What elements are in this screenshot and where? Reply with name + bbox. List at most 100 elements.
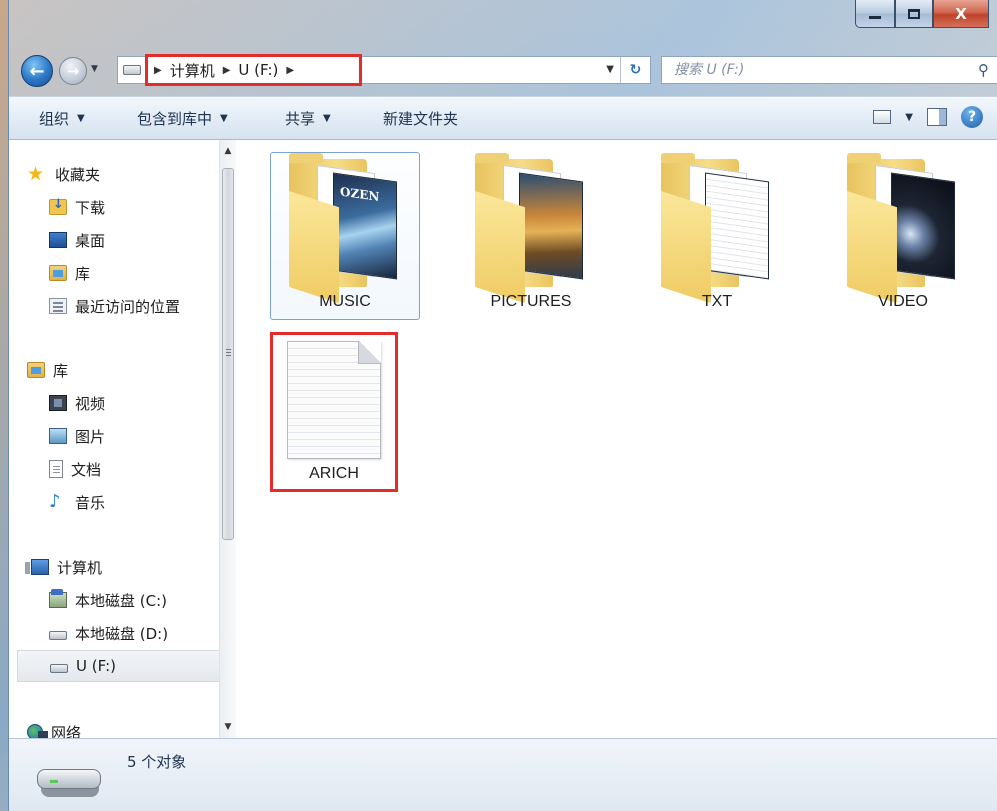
downloads-folder-icon: [49, 197, 67, 215]
breadcrumb-separator-icon[interactable]: ▶: [286, 65, 294, 76]
nav-favorites-library[interactable]: 库: [49, 257, 90, 289]
scrollbar-thumb[interactable]: [222, 168, 234, 540]
content-area: ★ 收藏夹 下载 桌面 库 最近访问的位置: [9, 140, 997, 742]
caption-buttons: X: [855, 0, 989, 28]
nav-label: 本地磁盘 (C:): [75, 591, 167, 610]
maximize-button[interactable]: [895, 0, 933, 28]
star-icon: ★: [27, 163, 45, 185]
nav-drive-d[interactable]: 本地磁盘 (D:): [49, 617, 168, 649]
nav-recent-places[interactable]: 最近访问的位置: [49, 290, 180, 322]
include-in-library-button[interactable]: 包含到库中 ▼: [137, 108, 228, 129]
chevron-down-icon: ▼: [220, 112, 228, 124]
library-icon: [49, 265, 67, 281]
recent-places-icon: [49, 298, 67, 314]
nav-drive-c[interactable]: 本地磁盘 (C:): [49, 584, 167, 616]
help-icon[interactable]: ?: [961, 106, 983, 128]
system-drive-icon: [49, 589, 67, 608]
nav-music[interactable]: ♪ 音乐: [49, 486, 105, 518]
include-library-label: 包含到库中: [137, 109, 213, 128]
breadcrumb-separator-icon[interactable]: ▶: [154, 65, 162, 76]
folder-tile-music[interactable]: MUSIC: [270, 152, 420, 320]
share-button[interactable]: 共享 ▼: [285, 108, 331, 129]
preview-pane-icon[interactable]: [927, 108, 947, 126]
file-name: ARICH: [309, 465, 359, 482]
item-count: 5 个对象: [127, 753, 187, 771]
nav-favorites[interactable]: ★ 收藏夹: [27, 158, 100, 190]
desktop-icon: [49, 232, 67, 248]
nav-documents[interactable]: 文档: [49, 453, 101, 485]
nav-label: U (F:): [76, 657, 116, 675]
chevron-down-icon: ▼: [77, 112, 85, 124]
search-box[interactable]: ⚲: [661, 56, 997, 84]
chevron-down-icon[interactable]: ▼: [905, 112, 913, 123]
text-document-icon: [287, 341, 381, 459]
nav-downloads[interactable]: 下载: [49, 191, 105, 223]
file-list: MUSIC PICTURES TXT: [237, 140, 997, 738]
nav-videos[interactable]: 视频: [49, 387, 105, 419]
folder-icon: [661, 153, 773, 304]
title-bar: X: [9, 0, 997, 48]
nav-drive-f[interactable]: U (F:): [17, 650, 221, 682]
new-folder-label: 新建文件夹: [383, 109, 459, 128]
nav-label: 文档: [71, 460, 102, 479]
music-note-icon: ♪: [49, 491, 61, 512]
library-icon: [27, 362, 45, 378]
folder-tile-pictures[interactable]: PICTURES: [456, 152, 606, 320]
close-button[interactable]: X: [933, 0, 989, 28]
breadcrumb-drive-f[interactable]: U (F:): [238, 61, 278, 79]
computer-icon: [25, 559, 49, 575]
file-name: VIDEO: [878, 293, 928, 310]
nav-label: 视频: [75, 394, 106, 413]
drive-icon: [123, 65, 141, 75]
address-bar[interactable]: ▶ 计算机 ▶ U (F:) ▶ ▼ ↻: [117, 54, 651, 86]
recent-pages-dropdown[interactable]: ▼: [91, 64, 98, 74]
grip-icon: [226, 349, 231, 350]
usb-drive-icon: [50, 663, 68, 673]
share-label: 共享: [285, 109, 316, 128]
file-name: MUSIC: [319, 293, 371, 310]
nav-label: 收藏夹: [55, 165, 101, 184]
chevron-down-icon: ▼: [323, 112, 331, 124]
breadcrumb: ▶ 计算机 ▶ U (F:) ▶: [145, 54, 362, 86]
nav-desktop[interactable]: 桌面: [49, 224, 105, 256]
explorer-window: X ← → ▼ ▶ 计算机 ▶ U (F:) ▶ ▼ ↻ ⚲ 组织 ▼: [8, 0, 997, 811]
navigation-scrollbar[interactable]: ▲ ▼: [219, 140, 236, 738]
document-icon: [49, 460, 63, 478]
nav-libraries[interactable]: 库: [27, 354, 68, 386]
navigation-pane: ★ 收藏夹 下载 桌面 库 最近访问的位置: [9, 140, 236, 742]
folder-icon: [289, 153, 401, 304]
drive-icon: [49, 630, 67, 640]
nav-label: 计算机: [57, 558, 103, 577]
search-icon[interactable]: ⚲: [978, 61, 997, 79]
folder-tile-txt[interactable]: TXT: [642, 152, 792, 320]
forward-button[interactable]: →: [59, 57, 87, 85]
picture-icon: [49, 428, 67, 444]
breadcrumb-computer[interactable]: 计算机: [170, 60, 215, 81]
change-view-icon[interactable]: [873, 110, 892, 124]
nav-pictures[interactable]: 图片: [49, 420, 105, 452]
refresh-icon[interactable]: ↻: [620, 57, 650, 83]
view-controls: ▼ ?: [873, 106, 983, 128]
nav-label: 库: [75, 264, 91, 283]
breadcrumb-separator-icon[interactable]: ▶: [223, 65, 231, 76]
nav-label: 音乐: [75, 493, 106, 512]
folder-icon: [847, 153, 959, 304]
new-folder-button[interactable]: 新建文件夹: [383, 108, 458, 129]
nav-computer[interactable]: 计算机: [25, 551, 103, 583]
navigation-row: ← → ▼ ▶ 计算机 ▶ U (F:) ▶ ▼ ↻ ⚲: [9, 50, 997, 92]
organize-button[interactable]: 组织 ▼: [39, 108, 85, 129]
file-tile-arich[interactable]: ARICH: [270, 332, 398, 492]
video-icon: [49, 395, 67, 411]
file-name: TXT: [701, 293, 733, 310]
organize-label: 组织: [39, 109, 70, 128]
folder-tile-video[interactable]: VIDEO: [828, 152, 978, 320]
minimize-button[interactable]: [855, 0, 895, 28]
back-button[interactable]: ←: [21, 55, 53, 87]
search-input[interactable]: [674, 59, 978, 81]
address-history-dropdown[interactable]: ▼: [606, 64, 614, 75]
scroll-down-icon[interactable]: ▼: [220, 718, 236, 736]
scroll-up-icon[interactable]: ▲: [220, 142, 236, 160]
details-pane: 5 个对象: [9, 738, 997, 811]
usb-drive-icon: [37, 769, 103, 799]
nav-label: 最近访问的位置: [75, 297, 181, 316]
